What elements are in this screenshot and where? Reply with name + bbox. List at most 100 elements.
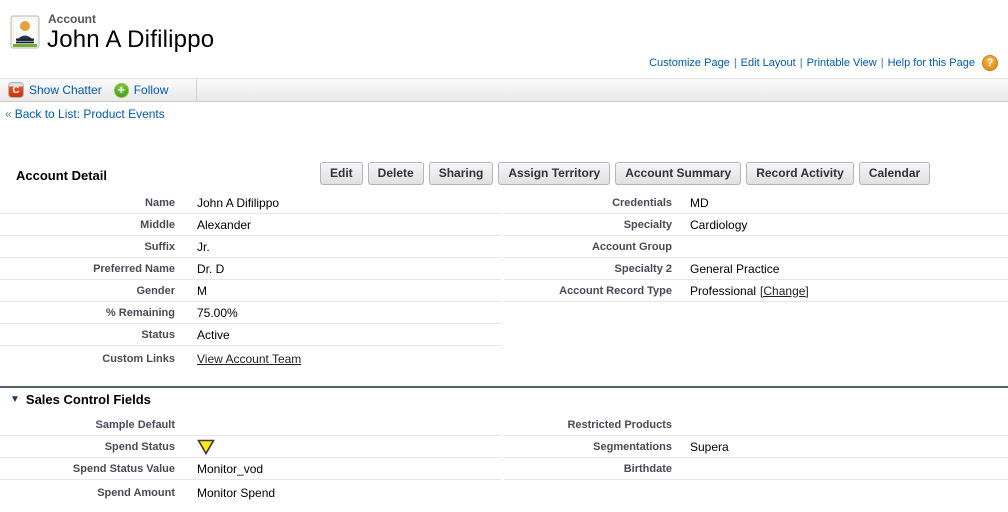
field-value-text: Supera	[690, 440, 729, 454]
field-value: John A Difilippo	[175, 196, 279, 210]
field-value: Cardiology	[672, 218, 747, 232]
field-value-text: Alexander	[197, 218, 251, 232]
show-chatter-button[interactable]: C Show Chatter	[8, 82, 102, 98]
field-row: Restricted Products	[504, 414, 1008, 436]
field-value-text: Active	[197, 328, 230, 342]
field-value-text: General Practice	[690, 262, 779, 276]
field-row: Sample Default	[0, 414, 502, 436]
link-separator: |	[881, 57, 884, 69]
customize-page-link[interactable]: Customize Page	[649, 57, 730, 69]
assign-territory-button[interactable]: Assign Territory	[498, 162, 610, 185]
field-value: Jr.	[175, 240, 210, 254]
field-row: Spend Amount Monitor Spend	[0, 480, 502, 505]
field-label: Specialty 2	[504, 263, 672, 275]
field-label: Custom Links	[0, 353, 175, 365]
back-to-list: «Back to List: Product Events	[5, 107, 165, 121]
field-value: Professional [Change]	[672, 284, 809, 298]
chatter-bar: C Show Chatter + Follow	[0, 78, 1008, 102]
field-label: Account Group	[504, 241, 672, 253]
warning-triangle-icon	[197, 439, 215, 455]
field-value: Dr. D	[175, 262, 224, 276]
field-value: Active	[175, 328, 230, 342]
entity-type-label: Account	[48, 12, 96, 26]
field-value-text: Jr.	[197, 240, 210, 254]
help-icon[interactable]: ?	[982, 55, 998, 71]
field-row: Custom Links View Account Team	[0, 346, 502, 371]
detail-header: Account Detail Edit Delete Sharing Assig…	[0, 160, 1008, 190]
field-label: Account Record Type	[504, 285, 672, 297]
field-row: CredentialsMD	[504, 192, 1008, 214]
field-label: Spend Status Value	[0, 463, 175, 475]
delete-button[interactable]: Delete	[368, 162, 424, 185]
follow-label: Follow	[134, 83, 169, 97]
account-entity-icon	[10, 15, 42, 49]
field-row: Name John A Difilippo	[0, 192, 502, 214]
field-value	[175, 439, 215, 455]
field-row: Gender M	[0, 280, 502, 302]
field-label: Status	[0, 329, 175, 341]
field-label: Middle	[0, 219, 175, 231]
page-title: John A Difilippo	[47, 26, 214, 54]
field-row: Spend Status	[0, 436, 502, 458]
sales-fields-right: Restricted Products Segmentations Supera Bi…	[504, 414, 1008, 480]
field-row: Middle Alexander	[0, 214, 502, 236]
field-label: Preferred Name	[0, 263, 175, 275]
link-separator: |	[734, 57, 737, 69]
detail-fields-left: Name John A Difilippo Middle Alexander Suffi…	[0, 192, 502, 371]
section-title-sales-control-fields: Sales Control Fields	[26, 392, 151, 407]
field-value-text: Professional	[690, 284, 756, 298]
field-label: Specialty	[504, 219, 672, 231]
field-value-text: 75.00%	[197, 306, 238, 320]
link-separator: |	[800, 57, 803, 69]
edit-layout-link[interactable]: Edit Layout	[741, 57, 796, 69]
field-value-link[interactable]: View Account Team	[197, 352, 301, 366]
field-value-text: Monitor_vod	[197, 462, 263, 476]
detail-button-row: Edit Delete Sharing Assign Territory Acc…	[320, 162, 930, 185]
follow-button[interactable]: + Follow	[114, 83, 169, 98]
calendar-button[interactable]: Calendar	[859, 162, 930, 185]
field-change-link[interactable]: [Change]	[760, 284, 809, 298]
field-label: Segmentations	[504, 441, 672, 453]
sharing-button[interactable]: Sharing	[429, 162, 494, 185]
field-value-text: John A Difilippo	[197, 196, 279, 210]
printable-view-link[interactable]: Printable View	[807, 57, 877, 69]
follow-plus-icon: +	[114, 83, 129, 98]
field-row: Preferred Name Dr. D	[0, 258, 502, 280]
field-row: Spend Status Value Monitor_vod	[0, 458, 502, 480]
field-label: Credentials	[504, 197, 672, 209]
field-label: Name	[0, 197, 175, 209]
collapse-triangle-icon[interactable]: ▼	[10, 394, 20, 405]
account-summary-button[interactable]: Account Summary	[615, 162, 741, 185]
field-value-text: Cardiology	[690, 218, 747, 232]
show-chatter-label: Show Chatter	[29, 83, 102, 97]
back-to-list-link[interactable]: Back to List: Product Events	[15, 107, 165, 121]
field-value-text: Dr. D	[197, 262, 224, 276]
field-row: Segmentations Supera	[504, 436, 1008, 458]
chatter-controls: C Show Chatter + Follow	[0, 79, 197, 101]
section-title-account-detail: Account Detail	[16, 168, 107, 183]
field-value: 75.00%	[175, 306, 238, 320]
field-value: General Practice	[672, 262, 779, 276]
field-value: Monitor Spend	[175, 486, 275, 500]
field-label: Birthdate	[504, 463, 672, 475]
field-value: View Account Team	[175, 352, 301, 366]
field-row: Birthdate	[504, 458, 1008, 480]
field-label: Spend Amount	[0, 487, 175, 499]
field-value: Monitor_vod	[175, 462, 263, 476]
chatter-icon: C	[8, 82, 24, 98]
field-value-text: Monitor Spend	[197, 486, 275, 500]
field-label: Gender	[0, 285, 175, 297]
sales-control-fields-header[interactable]: ▼ Sales Control Fields	[10, 392, 151, 407]
field-label: Spend Status	[0, 441, 175, 453]
field-row: Account Record Type Professional [Change]	[504, 280, 1008, 302]
sales-fields-left: Sample Default Spend Status Spend Status V…	[0, 414, 502, 505]
record-activity-button[interactable]: Record Activity	[746, 162, 854, 185]
back-chevron: «	[5, 107, 12, 121]
field-label: Sample Default	[0, 419, 175, 431]
field-row: SuffixJr.	[0, 236, 502, 258]
field-row: Specialty Cardiology	[504, 214, 1008, 236]
help-for-this-page-link[interactable]: Help for this Page	[888, 57, 975, 69]
field-value: Supera	[672, 440, 729, 454]
edit-button[interactable]: Edit	[320, 162, 363, 185]
field-value-text: M	[197, 284, 207, 298]
